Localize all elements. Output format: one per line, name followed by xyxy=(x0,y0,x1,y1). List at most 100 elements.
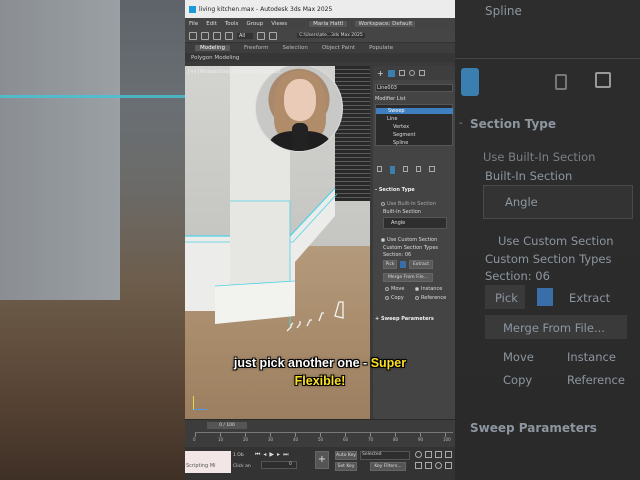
timeline-tick-label: 10 xyxy=(218,437,224,442)
timeline-tick-label: 40 xyxy=(293,437,299,442)
tab-freeform[interactable]: Freeform xyxy=(244,45,269,51)
redo-icon[interactable] xyxy=(201,31,209,40)
hierarchy-tab-icon[interactable] xyxy=(398,70,405,76)
remove-modifier-icon[interactable] xyxy=(416,166,421,172)
window-title: living kitchen.max - Autodesk 3ds Max 20… xyxy=(199,5,333,13)
display-tab-icon[interactable] xyxy=(418,70,425,76)
playback-controls: ⏮ ◂ ▶ ▸ ⏭ xyxy=(255,451,305,460)
reference-label: Reference xyxy=(421,295,447,301)
stack-tools xyxy=(375,166,453,176)
stack-item-sweep[interactable]: Sweep xyxy=(376,108,453,114)
project-path[interactable]: C:\Users\ate...3ds Max 2025 xyxy=(297,33,365,38)
go-start-icon[interactable]: ⏮ xyxy=(255,451,260,460)
tab-object-paint[interactable]: Object Paint xyxy=(322,45,355,51)
reference-radio[interactable]: Reference xyxy=(415,295,446,301)
fov-icon[interactable] xyxy=(415,462,422,469)
link-icon[interactable] xyxy=(213,31,221,40)
use-custom-radio[interactable]: Use Custom Section xyxy=(381,237,437,243)
workspace-selector[interactable]: Workspace: Default xyxy=(355,20,416,27)
zoom-icon[interactable] xyxy=(415,451,422,458)
play-icon[interactable]: ▶ xyxy=(269,451,274,460)
radio-indicator xyxy=(381,237,385,242)
orbit-icon[interactable] xyxy=(435,462,442,469)
prompt-line: Click an xyxy=(233,464,251,469)
motion-tab-icon[interactable] xyxy=(408,70,415,76)
panel-tabs: + xyxy=(373,66,455,80)
radio-indicator xyxy=(381,201,385,206)
timeline-tick-label: 60 xyxy=(343,437,349,442)
maximize-viewport-icon[interactable] xyxy=(445,462,452,469)
stack-item-vertex[interactable]: Vertex xyxy=(393,124,409,130)
section-type-rollout[interactable]: - Section Type xyxy=(375,187,415,193)
unlink-icon[interactable] xyxy=(225,31,233,40)
menu-group[interactable]: Group xyxy=(246,21,263,27)
ribbon-tabs: Modeling Freeform Selection Object Paint… xyxy=(185,43,455,53)
selection-filter[interactable]: All xyxy=(237,32,254,39)
polygon-modeling-label[interactable]: Polygon Modeling xyxy=(191,55,239,61)
echo-use-builtin: Use Built-In Section xyxy=(483,150,596,164)
undo-icon[interactable] xyxy=(189,31,197,40)
modifier-list-dropdown[interactable]: Modifier List xyxy=(375,96,406,102)
microphone xyxy=(292,123,308,151)
merge-from-file-button[interactable]: Merge From File... xyxy=(383,273,433,282)
time-slider[interactable]: 0 / 100 xyxy=(207,422,247,429)
maxscript-listener[interactable]: Scripting Mi xyxy=(185,451,231,473)
current-frame-value: 0 xyxy=(289,462,292,467)
pin-stack-icon[interactable] xyxy=(377,166,382,172)
echo-config-icon xyxy=(595,72,611,88)
track-bar[interactable]: 0 10 20 30 40 50 60 70 80 90 100 xyxy=(193,432,453,444)
create-tab-icon[interactable]: + xyxy=(377,69,384,78)
echo-modifier-icon xyxy=(461,68,479,96)
menu-edit[interactable]: Edit xyxy=(206,21,217,27)
go-end-icon[interactable]: ⏭ xyxy=(283,451,288,460)
select-icon[interactable] xyxy=(257,31,266,40)
pick-button[interactable]: Pick xyxy=(383,260,397,269)
object-name: Line003 xyxy=(377,85,397,91)
echo-custom-types: Custom Section Types xyxy=(485,252,612,266)
tab-populate[interactable]: Populate xyxy=(369,45,393,51)
move-radio[interactable]: Move xyxy=(385,286,404,292)
extract-button[interactable]: Extract xyxy=(409,260,433,269)
make-unique-icon[interactable] xyxy=(403,166,408,172)
builtin-section-label: Built-In Section xyxy=(383,209,421,215)
tab-selection[interactable]: Selection xyxy=(283,45,308,51)
configure-sets-icon[interactable] xyxy=(429,166,435,172)
prev-frame-icon[interactable]: ◂ xyxy=(263,451,266,460)
echo-instance: Instance xyxy=(567,350,616,364)
profile-shapes xyxy=(286,301,344,332)
builtin-section-value: Angle xyxy=(391,220,406,226)
next-frame-icon[interactable]: ▸ xyxy=(277,451,280,460)
viewport-label[interactable]: [+] [Perspective] [Standard] [Default xyxy=(188,69,281,75)
copy-radio[interactable]: Copy xyxy=(385,295,404,301)
zoom-extents-all-icon[interactable] xyxy=(445,451,452,458)
axis-tripod-icon xyxy=(193,396,207,410)
tab-modeling[interactable]: Modeling xyxy=(195,45,231,51)
show-end-result-icon[interactable] xyxy=(390,166,395,174)
pan-icon[interactable] xyxy=(425,462,432,469)
stack-item-spline[interactable]: Spline xyxy=(393,140,408,146)
screen: Spline - Section Type Use Built-In Secti… xyxy=(0,0,640,480)
use-builtin-radio[interactable]: Use Built-In Section xyxy=(381,201,436,207)
echo-extract-icon xyxy=(537,288,553,306)
menu-file[interactable]: File xyxy=(189,21,198,27)
left-highlight-trim xyxy=(0,95,185,98)
zoom-extents-icon[interactable] xyxy=(435,451,442,458)
stack-item-line[interactable]: Line xyxy=(387,116,397,122)
instance-radio[interactable]: Instance xyxy=(415,286,442,292)
key-filters-button[interactable]: Key Filters... xyxy=(370,462,406,471)
menu-tools[interactable]: Tools xyxy=(225,21,239,27)
move-label: Move xyxy=(391,286,405,292)
user-menu[interactable]: Maria Hattl xyxy=(309,20,348,27)
set-key-button[interactable]: Set Key xyxy=(335,462,357,471)
modify-tab-icon[interactable] xyxy=(387,69,395,77)
menu-views[interactable]: Views xyxy=(271,21,287,27)
caption-line-1: just pick another one - Super xyxy=(185,356,455,370)
auto-key-button[interactable]: Auto Key xyxy=(335,451,357,460)
stack-item-segment[interactable]: Segment xyxy=(393,132,416,138)
region-icon[interactable] xyxy=(269,31,278,40)
3dsmax-window: living kitchen.max - Autodesk 3ds Max 20… xyxy=(185,0,455,480)
radio-indicator xyxy=(415,295,419,300)
add-key-icon[interactable]: + xyxy=(315,451,329,469)
zoom-all-icon[interactable] xyxy=(425,451,432,458)
sweep-parameters-rollout[interactable]: + Sweep Parameters xyxy=(375,316,434,322)
